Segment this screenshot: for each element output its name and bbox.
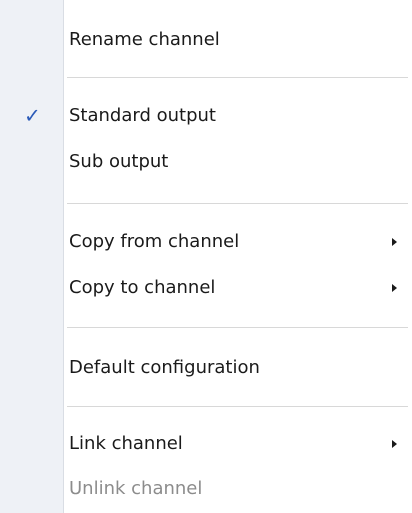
menu-item-unlink-channel: Unlink channel (0, 470, 412, 508)
menu-separator (67, 203, 408, 204)
menu-separator (67, 406, 408, 407)
menu-item-label: Rename channel (69, 29, 220, 50)
context-menu: Rename channel ✓ Standard output Sub out… (0, 0, 412, 513)
submenu-arrow-icon (392, 440, 397, 448)
menu-item-link-channel[interactable]: Link channel (0, 425, 412, 463)
menu-item-default-configuration[interactable]: Default configuration (0, 349, 412, 387)
menu-item-rename-channel[interactable]: Rename channel (0, 21, 412, 59)
menu-item-sub-output[interactable]: Sub output (0, 143, 412, 181)
menu-item-label: Copy from channel (69, 231, 240, 252)
menu-item-copy-to-channel[interactable]: Copy to channel (0, 269, 412, 307)
menu-item-label: Standard output (69, 105, 216, 126)
checkmark-icon: ✓ (24, 103, 41, 128)
submenu-arrow-icon (392, 238, 397, 246)
menu-item-standard-output[interactable]: ✓ Standard output (0, 97, 412, 135)
menu-item-label: Default configuration (69, 357, 260, 378)
menu-item-label: Copy to channel (69, 277, 216, 298)
menu-item-copy-from-channel[interactable]: Copy from channel (0, 223, 412, 261)
menu-item-label: Link channel (69, 433, 183, 454)
menu-item-label: Unlink channel (69, 478, 203, 499)
menu-separator (67, 327, 408, 328)
submenu-arrow-icon (392, 284, 397, 292)
menu-item-label: Sub output (69, 151, 169, 172)
menu-separator (67, 77, 408, 78)
